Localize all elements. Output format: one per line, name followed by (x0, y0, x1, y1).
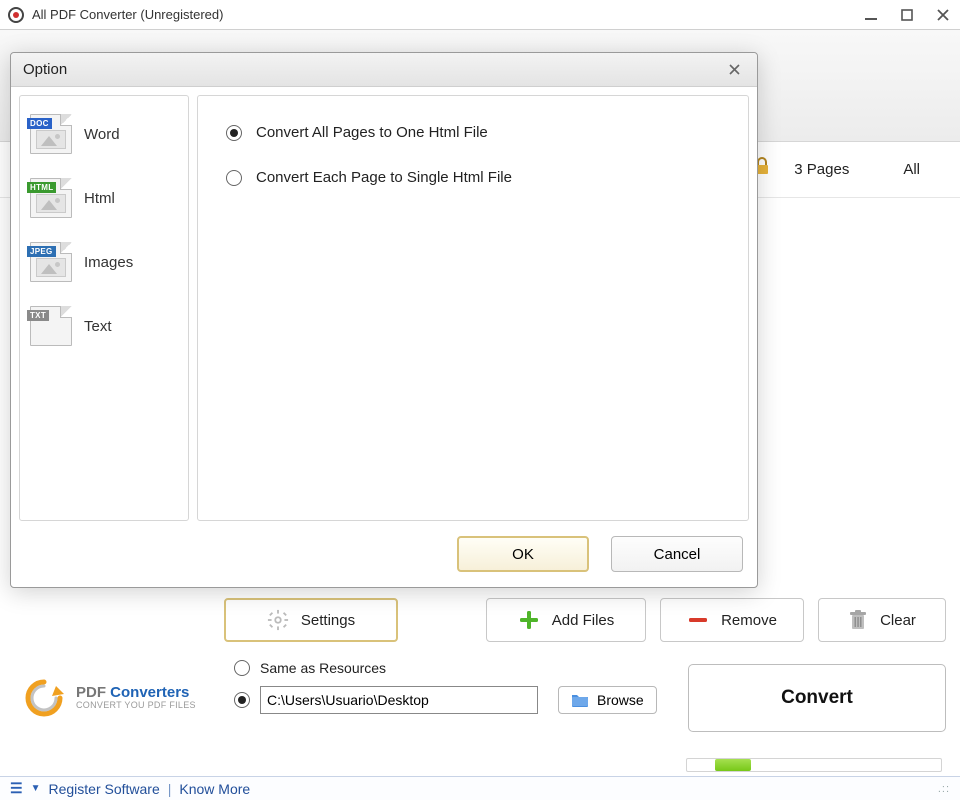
minus-icon (687, 609, 709, 631)
option-all-to-one[interactable]: Convert All Pages to One Html File (226, 124, 720, 141)
doc-icon: DOC (30, 114, 72, 154)
sidebar-item-text[interactable]: TXT Text (22, 294, 186, 358)
brand-logo: PDF Converters CONVERT YOU PDF FILES (22, 676, 196, 720)
brand-arrow-icon (22, 676, 66, 720)
destination-block: Same as Resources Browse (234, 660, 657, 714)
plus-icon (518, 609, 540, 631)
jpeg-icon: JPEG (30, 242, 72, 282)
destination-path-input[interactable] (260, 686, 538, 714)
maximize-icon (900, 8, 914, 22)
clear-button[interactable]: Clear (818, 598, 946, 642)
gear-icon (267, 609, 289, 631)
minimize-button[interactable] (862, 6, 880, 24)
trash-icon (848, 609, 868, 631)
separator: | (168, 781, 172, 797)
progress-bar (686, 758, 942, 772)
radio-icon (234, 692, 250, 708)
ok-button[interactable]: OK (457, 536, 589, 572)
know-more-link[interactable]: Know More (179, 781, 250, 797)
register-software-link[interactable]: Register Software (48, 781, 159, 797)
dialog-main: Convert All Pages to One Html File Conve… (197, 95, 749, 521)
add-files-label: Add Files (552, 612, 615, 629)
sidebar-item-word[interactable]: DOC Word (22, 102, 186, 166)
option-label: Convert Each Page to Single Html File (256, 169, 512, 186)
dropdown-icon[interactable]: ▼ (31, 783, 41, 794)
app-icon (8, 7, 24, 23)
folder-icon (571, 692, 589, 708)
tab-all[interactable]: All (903, 161, 920, 178)
dialog-sidebar: DOC Word HTML Html JPEG Imag (19, 95, 189, 521)
sidebar-label: Html (84, 190, 115, 207)
radio-icon (226, 125, 242, 141)
same-as-resources-radio[interactable]: Same as Resources (234, 660, 657, 676)
title-bar: All PDF Converter (Unregistered) (0, 0, 960, 30)
toolbar: Settings Add Files Remove Clear (224, 598, 946, 642)
resize-grip[interactable]: .:: (938, 783, 950, 795)
html-icon: HTML (30, 178, 72, 218)
dialog-title: Option (23, 61, 67, 78)
radio-icon (226, 170, 242, 186)
sidebar-label: Text (84, 318, 112, 335)
dialog-footer: OK Cancel (11, 521, 757, 587)
minimize-icon (864, 8, 878, 22)
window-title: All PDF Converter (Unregistered) (32, 7, 223, 22)
footer-bar: ☰ ▼ Register Software | Know More .:: (0, 776, 960, 800)
maximize-button[interactable] (898, 6, 916, 24)
sidebar-label: Images (84, 254, 133, 271)
dialog-close-button[interactable] (723, 59, 745, 81)
convert-label: Convert (781, 687, 853, 709)
radio-icon (234, 660, 250, 676)
menu-icon[interactable]: ☰ (10, 780, 23, 797)
sidebar-label: Word (84, 126, 120, 143)
cancel-button[interactable]: Cancel (611, 536, 743, 572)
close-icon (728, 63, 741, 76)
dialog-title-bar: Option (11, 53, 757, 87)
remove-label: Remove (721, 612, 777, 629)
brand-tagline: CONVERT YOU PDF FILES (76, 701, 196, 711)
tab-3-pages[interactable]: 3 Pages (794, 161, 849, 178)
window-controls (862, 6, 952, 24)
close-button[interactable] (934, 6, 952, 24)
option-label: Convert All Pages to One Html File (256, 124, 488, 141)
custom-path-radio[interactable]: Browse (234, 686, 657, 714)
settings-button[interactable]: Settings (224, 598, 398, 642)
browse-label: Browse (597, 692, 644, 708)
remove-button[interactable]: Remove (660, 598, 804, 642)
progress-fill (715, 759, 751, 771)
browse-button[interactable]: Browse (558, 686, 657, 714)
clear-label: Clear (880, 612, 916, 629)
sidebar-item-images[interactable]: JPEG Images (22, 230, 186, 294)
settings-label: Settings (301, 612, 355, 629)
add-files-button[interactable]: Add Files (486, 598, 646, 642)
sidebar-item-html[interactable]: HTML Html (22, 166, 186, 230)
option-each-to-single[interactable]: Convert Each Page to Single Html File (226, 169, 720, 186)
same-as-resources-label: Same as Resources (260, 660, 386, 676)
option-dialog: Option DOC Word HTML Html (10, 52, 758, 588)
close-icon (936, 8, 950, 22)
txt-icon: TXT (30, 306, 72, 346)
convert-button[interactable]: Convert (688, 664, 946, 732)
brand-name: PDF Converters (76, 685, 196, 702)
